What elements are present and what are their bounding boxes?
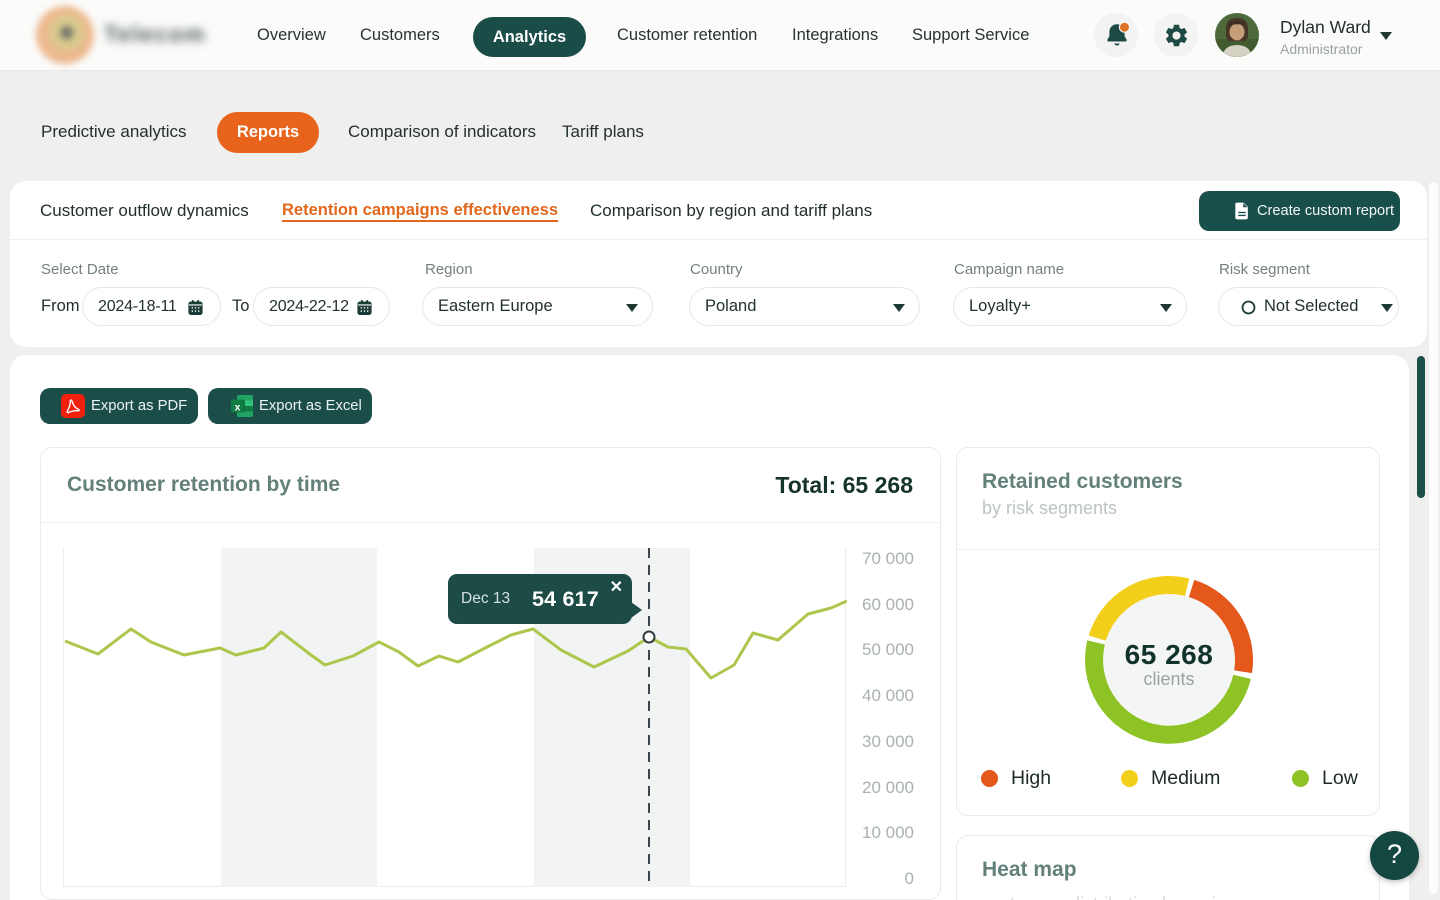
- svg-text:x: x: [235, 402, 241, 414]
